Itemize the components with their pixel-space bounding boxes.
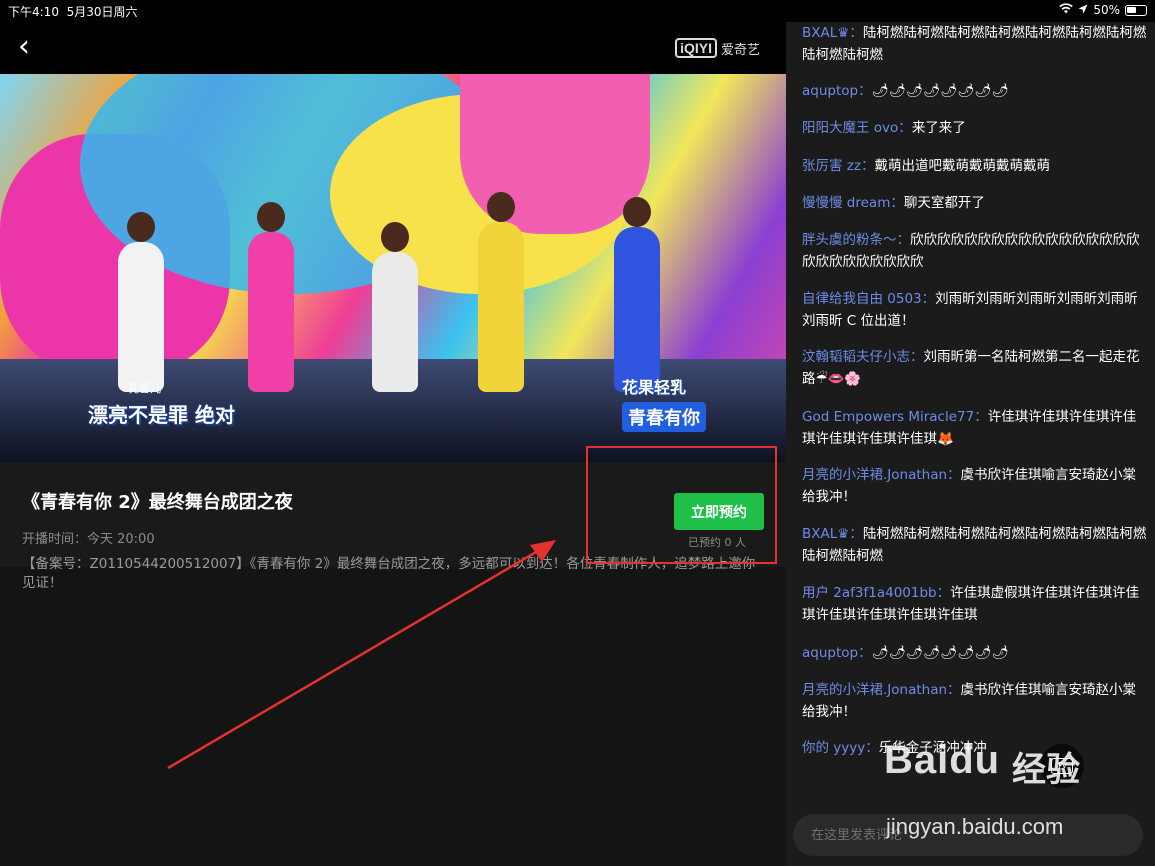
wifi-icon [1059,3,1074,17]
status-time: 下午4:10 5月30日周六 [8,5,138,19]
chat-message: 自律给我自由 0503：刘雨昕刘雨昕刘雨昕刘雨昕刘雨昕刘雨昕 C 位出道！ [802,288,1147,332]
chat-username[interactable]: 慢慢慢 dream： [802,195,904,211]
chat-username[interactable]: God Empowers Miracle77： [802,409,988,425]
battery-percent: 50% [1093,3,1120,17]
chat-username[interactable]: BXAL♛： [802,25,863,41]
caption-name: 孔雪儿 [128,382,161,395]
video-caption: 漂亮不是罪 绝对 [88,403,235,427]
location-icon [1078,3,1088,17]
highlight-box [586,446,777,564]
start-time: 开播时间：今天 20:00 [22,532,155,547]
video-frame[interactable]: 孔雪儿 漂亮不是罪 绝对 花果轻乳 青春有你 [0,74,786,462]
chat-username[interactable]: 阳阳大魔王 ovo： [802,120,912,136]
chat-message: BXAL♛：陆柯燃陆柯燃陆柯燃陆柯燃陆柯燃陆柯燃陆柯燃陆柯燃陆柯燃 [802,22,1147,66]
back-icon[interactable]: ‹ [18,32,30,62]
watermark-brand: Baidu [884,738,1001,782]
show-brand-logo: 花果轻乳 青春有你 [622,374,740,446]
logo-text: 爱奇艺 [720,42,760,58]
chat-username[interactable]: 月亮的小洋裙.Jonathan： [802,467,961,483]
iqiyi-logo: iQIYI 爱奇艺 [675,38,760,58]
dancer-figure [372,222,418,392]
chat-message: 张厉害 zz：戴萌出道吧戴萌戴萌戴萌戴萌 [802,155,1147,177]
dancer-figure [614,197,660,392]
chat-username[interactable]: 胖头虞的粉条～： [802,232,910,248]
chat-username[interactable]: 自律给我自由 0503： [802,291,935,307]
chat-message: 慢慢慢 dream：聊天室都开了 [802,192,1147,214]
chat-message: aquptop：🌶🌶🌶🌶🌶🌶🌶🌶 [802,80,1147,102]
brand-top: 花果轻乳 [622,378,687,397]
chat-message: 月亮的小洋裙.Jonathan：虞书欣许佳琪喻言安琦赵小棠给我冲！ [802,679,1147,723]
dancer-figure [248,202,294,392]
chat-message: 用户 2af3f1a4001bb：许佳琪虚假琪许佳琪许佳琪许佳琪许佳琪许佳琪许佳… [802,582,1147,626]
chat-username[interactable]: 用户 2af3f1a4001bb： [802,585,950,601]
dancer-figure [118,212,164,392]
chat-text: 戴萌出道吧戴萌戴萌戴萌戴萌 [874,158,1050,174]
status-bar: 下午4:10 5月30日周六 50% [0,0,1155,22]
dancer-figure [478,192,524,392]
logo-mark: iQIYI [675,38,717,58]
chat-text: 🌶🌶🌶🌶🌶🌶🌶🌶 [871,645,1009,661]
chat-text: 来了来了 [911,120,966,136]
baidu-watermark: Baidu 经验 jingyan.baidu.com [862,738,1122,848]
chat-message: aquptop：🌶🌶🌶🌶🌶🌶🌶🌶 [802,642,1147,664]
watermark-url: jingyan.baidu.com [886,814,1064,839]
chat-message: 阳阳大魔王 ovo：来了来了 [802,117,1147,139]
chat-username[interactable]: aquptop： [802,83,872,99]
live-detail-pane: ‹ iQIYI 爱奇艺 孔雪儿 漂亮不是罪 绝对 花果轻乳 青春有你 《青春有你… [0,22,786,866]
watermark-cn: 经验 [1012,750,1080,790]
chat-message: 月亮的小洋裙.Jonathan：虞书欣许佳琪喻言安琦赵小棠给我冲！ [802,464,1147,508]
status-right: 50% [1059,3,1147,17]
chat-message: 胖头虞的粉条～：欣欣欣欣欣欣欣欣欣欣欣欣欣欣欣欣欣欣欣欣欣欣欣欣欣欣 [802,229,1147,273]
show-title: 《青春有你 2》最终舞台成团之夜 [22,492,293,513]
chat-username[interactable]: 月亮的小洋裙.Jonathan： [802,682,961,698]
chat-message: 汶翰韬韬夫仔小志：刘雨昕第一名陆柯燃第二名一起走花路☔👄🌸 [802,346,1147,390]
chat-text: 聊天室都开了 [903,195,985,211]
chat-username[interactable]: aquptop： [802,645,872,661]
chat-username[interactable]: 张厉害 zz： [802,158,874,174]
chat-message: BXAL♛：陆柯燃陆柯燃陆柯燃陆柯燃陆柯燃陆柯燃陆柯燃陆柯燃陆柯燃 [802,523,1147,567]
video-player[interactable]: ‹ iQIYI 爱奇艺 孔雪儿 漂亮不是罪 绝对 花果轻乳 青春有你 [0,22,786,462]
battery-icon [1125,4,1147,16]
chat-username[interactable]: BXAL♛： [802,526,863,542]
brand-main: 青春有你 [622,402,706,432]
chat-message: God Empowers Miracle77：许佳琪许佳琪许佳琪许佳琪许佳琪许佳… [802,406,1147,450]
chat-username[interactable]: 汶翰韬韬夫仔小志： [802,349,924,365]
chat-text: 🌶🌶🌶🌶🌶🌶🌶🌶 [871,83,1009,99]
